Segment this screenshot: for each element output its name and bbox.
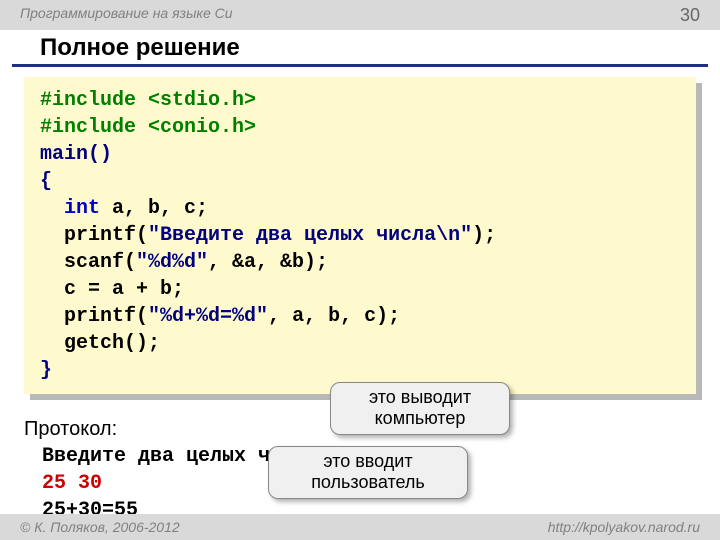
code-string: "%d+%d=%d" [148, 305, 268, 328]
footer-url: http://kpolyakov.narod.ru [548, 519, 700, 535]
code-line: #include [40, 116, 148, 139]
code-line: #include [40, 89, 148, 112]
code-line: main() [40, 143, 112, 166]
page-number: 30 [680, 5, 700, 26]
callout-computer: это выводит компьютер [330, 382, 510, 435]
code-line: printf( [40, 305, 148, 328]
page-title: Полное решение [40, 34, 708, 62]
code-line: a, b, c; [100, 197, 208, 220]
code-line: <conio.h> [148, 116, 256, 139]
code-string: "%d%d" [136, 251, 208, 274]
footer-band: © К. Поляков, 2006-2012 http://kpolyakov… [0, 514, 720, 540]
code-line: ); [472, 224, 496, 247]
code-line: { [40, 170, 52, 193]
code-string: "Введите два целых числа\n" [148, 224, 472, 247]
code-line: , a, b, c); [268, 305, 400, 328]
title-row: Полное решение [12, 30, 708, 67]
code-block: #include <stdio.h> #include <conio.h> ma… [24, 77, 696, 394]
course-label: Программирование на языке Си [20, 5, 233, 26]
code-line: c = a + b; [40, 278, 184, 301]
copyright: © К. Поляков, 2006-2012 [20, 519, 180, 535]
code-line: printf( [40, 224, 148, 247]
callout-user: это вводит пользователь [268, 446, 468, 499]
header-band: Программирование на языке Си 30 [0, 0, 720, 30]
code-line: <stdio.h> [148, 89, 256, 112]
code-line: getch(); [40, 332, 160, 355]
code-keyword: int [40, 197, 100, 220]
code-line: } [40, 359, 52, 382]
code-box: #include <stdio.h> #include <conio.h> ma… [24, 77, 696, 394]
code-line: , &a, &b); [208, 251, 328, 274]
code-line: scanf( [40, 251, 136, 274]
